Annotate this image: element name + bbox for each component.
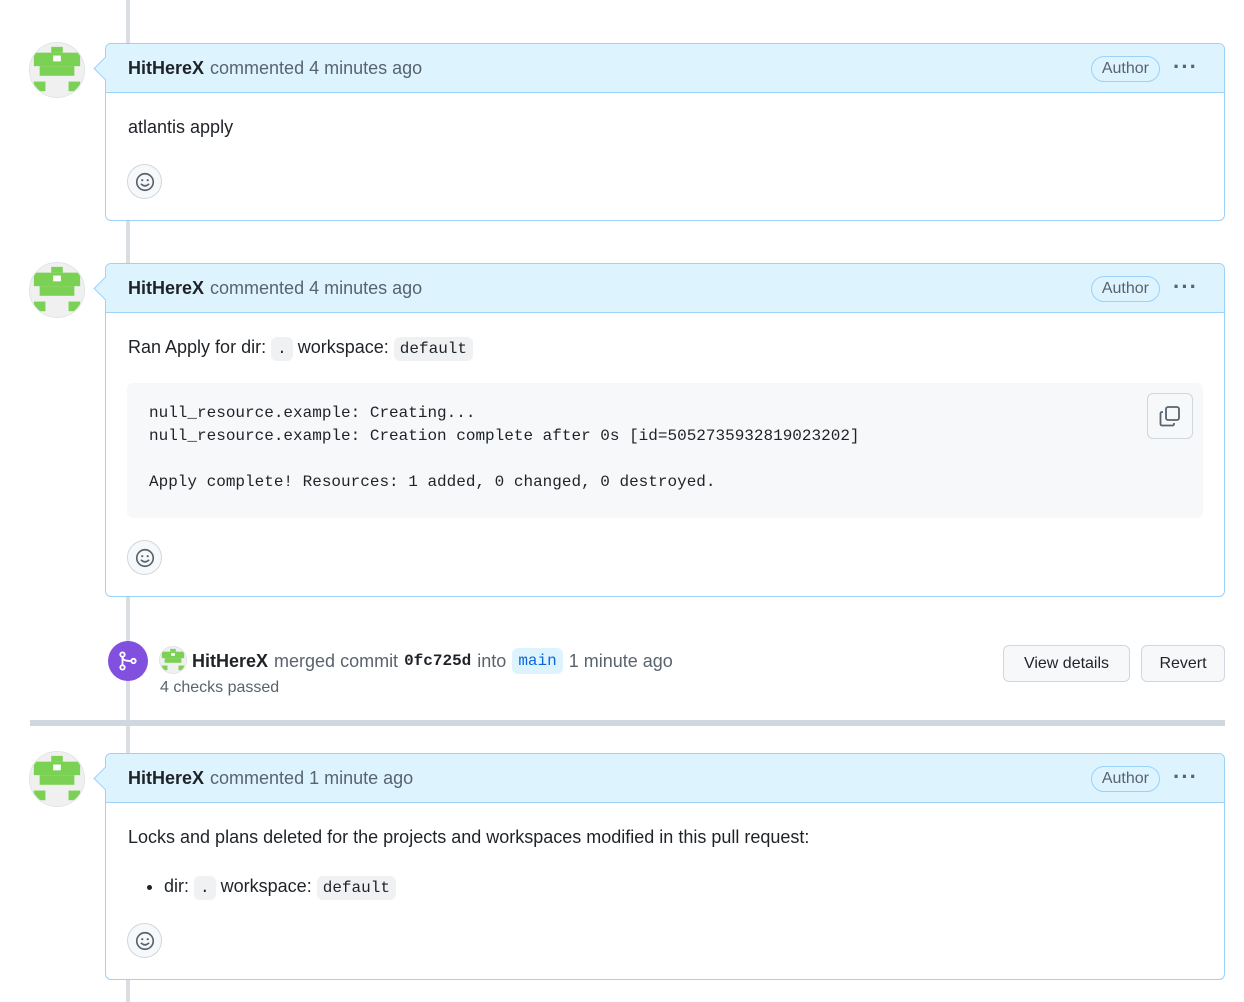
- comment-text: Ran Apply for dir: . workspace: default: [128, 337, 473, 361]
- comment-header: HitHereX commented 4 minutes ago Author …: [106, 44, 1224, 93]
- workspace-list: dir: . workspace: default: [164, 876, 396, 900]
- avatar[interactable]: [29, 42, 85, 98]
- comment-header: HitHereX commented 1 minute ago Author ·…: [106, 754, 1224, 803]
- comment-card: HitHereX commented 4 minutes ago Author …: [105, 263, 1225, 597]
- comment-card: HitHereX commented 1 minute ago Author ·…: [105, 753, 1225, 980]
- item-mid: workspace:: [220, 876, 312, 896]
- commit-sha[interactable]: 0fc725d: [404, 652, 471, 670]
- comment-text: Locks and plans deleted for the projects…: [128, 827, 810, 847]
- author-badge: Author: [1090, 56, 1160, 82]
- merge-event-text: HitHereX merged commit 0fc725d into main…: [192, 648, 673, 674]
- author-badge: Author: [1090, 766, 1160, 792]
- merge-into: into: [477, 650, 507, 671]
- smiley-icon: [135, 931, 154, 950]
- comment-timestamp[interactable]: commented 1 minute ago: [210, 768, 413, 789]
- text-prefix: Ran Apply for dir:: [128, 337, 267, 357]
- comment-author[interactable]: HitHereX: [128, 58, 204, 79]
- code-block: null_resource.example: Creating... null_…: [127, 383, 1203, 518]
- item-prefix: dir:: [164, 876, 190, 896]
- text-mid: workspace:: [297, 337, 389, 357]
- comment-body: atlantis apply: [106, 93, 1224, 221]
- inline-code-dir: .: [271, 337, 293, 361]
- comment-body: Locks and plans deleted for the projects…: [106, 803, 1224, 980]
- comment-timestamp[interactable]: commented 4 minutes ago: [210, 278, 422, 299]
- revert-button[interactable]: Revert: [1141, 645, 1225, 682]
- smiley-icon: [135, 548, 154, 567]
- identicon: [160, 647, 186, 673]
- timeline-break: [30, 720, 1225, 726]
- identicon: [30, 263, 84, 317]
- add-reaction-button[interactable]: [127, 540, 162, 575]
- merge-author-avatar[interactable]: [159, 646, 187, 674]
- comment-author[interactable]: HitHereX: [128, 768, 204, 789]
- avatar[interactable]: [29, 262, 85, 318]
- comment-text: atlantis apply: [128, 117, 234, 137]
- code-line: null_resource.example: Creation complete…: [149, 427, 860, 445]
- comment-header: HitHereX commented 4 minutes ago Author …: [106, 264, 1224, 313]
- comment-timestamp[interactable]: commented 4 minutes ago: [210, 58, 422, 79]
- comment-body: Ran Apply for dir: . workspace: default …: [106, 313, 1224, 597]
- more-options-icon[interactable]: ···: [1173, 54, 1198, 80]
- copy-icon: [1159, 406, 1180, 427]
- merge-time[interactable]: 1 minute ago: [569, 651, 673, 672]
- inline-code-workspace: default: [316, 876, 396, 900]
- avatar[interactable]: [29, 751, 85, 807]
- list-item: dir: . workspace: default: [164, 876, 396, 900]
- merge-author[interactable]: HitHereX: [192, 651, 268, 672]
- branch-name[interactable]: main: [512, 648, 563, 674]
- code-line: null_resource.example: Creating...: [149, 404, 476, 422]
- checks-status[interactable]: 4 checks passed: [160, 679, 279, 697]
- merge-icon: [108, 641, 148, 681]
- add-reaction-button[interactable]: [127, 923, 162, 958]
- identicon: [30, 752, 84, 806]
- git-merge-icon: [119, 651, 137, 671]
- merge-action: merged commit: [274, 650, 399, 671]
- add-reaction-button[interactable]: [127, 164, 162, 199]
- comment-card: HitHereX commented 4 minutes ago Author …: [105, 43, 1225, 221]
- inline-code-workspace: default: [393, 337, 473, 361]
- comment-author[interactable]: HitHereX: [128, 278, 204, 299]
- copy-button[interactable]: [1147, 393, 1193, 439]
- code-line: Apply complete! Resources: 1 added, 0 ch…: [149, 473, 716, 491]
- identicon: [30, 43, 84, 97]
- inline-code-dir: .: [194, 876, 216, 900]
- author-badge: Author: [1090, 276, 1160, 302]
- more-options-icon[interactable]: ···: [1173, 274, 1198, 300]
- more-options-icon[interactable]: ···: [1173, 764, 1198, 790]
- smiley-icon: [135, 172, 154, 191]
- view-details-button[interactable]: View details: [1003, 645, 1130, 682]
